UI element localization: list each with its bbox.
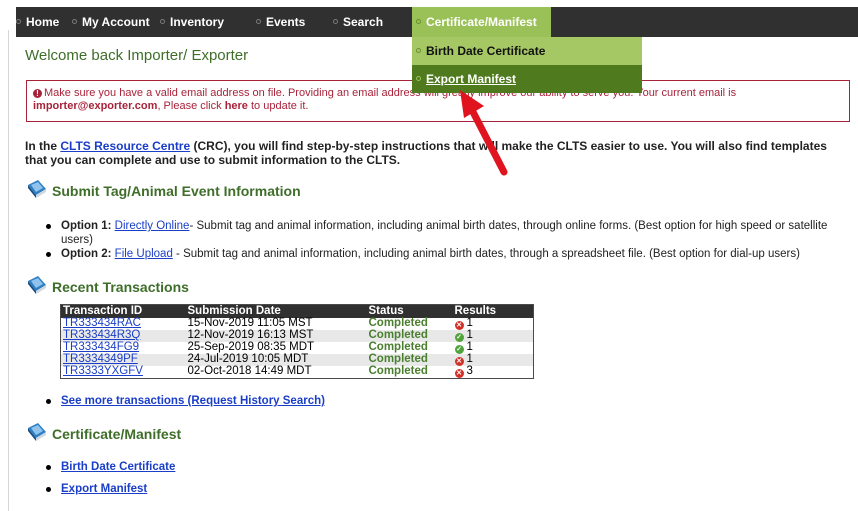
alert-here-link[interactable]: here: [225, 100, 248, 112]
result-count: 3: [466, 364, 473, 377]
section-submit-title: Submit Tag/Animal Event Information: [52, 182, 301, 199]
birth-date-certificate-link[interactable]: Birth Date Certificate: [61, 461, 175, 473]
bullet-icon: [416, 48, 421, 54]
book-icon: [26, 179, 48, 202]
table-header-row: Transaction ID Submission Date Status Re…: [60, 304, 534, 318]
status-text: Completed: [366, 329, 453, 342]
nav-inventory[interactable]: Inventory: [160, 7, 224, 37]
table-row: TR333434FG9 25-Sep-2019 08:35 MDT Comple…: [61, 340, 534, 354]
table-row: TR3334349PF 24-Jul-2019 10:05 MDT Comple…: [60, 352, 534, 366]
book-icon: [26, 275, 48, 298]
file-upload-link[interactable]: File Upload: [115, 248, 173, 260]
table-row: TR333434RAC 15-Nov-2019 11:05 MST Comple…: [61, 316, 534, 330]
error-icon: ✕: [454, 368, 464, 378]
status-text: Completed: [368, 317, 428, 329]
transaction-id-link[interactable]: TR3333YXGFV: [63, 365, 143, 377]
nav-events[interactable]: Events: [256, 7, 305, 37]
alert-email: importer@exporter.com: [33, 100, 158, 112]
error-icon: ✕: [454, 356, 464, 366]
nav-my-account[interactable]: My Account: [72, 7, 150, 37]
list-item: Option 2: File Upload - Submit tag and a…: [46, 247, 846, 261]
table-row: TR3333YXGFV 02-Oct-2018 14:49 MDT Comple…: [61, 364, 534, 379]
col-results: Results: [452, 304, 534, 318]
nav-search[interactable]: Search: [333, 7, 383, 37]
alert-icon: !: [33, 89, 42, 98]
list-item: See more transactions (Request History S…: [46, 394, 325, 408]
intro-paragraph: In the CLTS Resource Centre (CRC), you w…: [25, 139, 840, 167]
submission-date: 15-Nov-2019 11:05 MST: [187, 317, 313, 329]
nav-events-label: Events: [266, 15, 306, 29]
more-transactions-list: See more transactions (Request History S…: [46, 394, 325, 408]
col-submission-date: Submission Date: [185, 304, 367, 318]
certificate-dropdown-menu: Birth Date Certificate Export Manifest: [412, 37, 642, 93]
bullet-icon: [160, 19, 165, 25]
nav-search-label: Search: [343, 15, 384, 29]
status-text: Completed: [366, 353, 453, 366]
list-item: Option 1: Directly Online- Submit tag an…: [46, 219, 846, 247]
section-recent-transactions: Recent Transactions: [26, 275, 189, 298]
recent-transactions-table: Transaction ID Submission Date Status Re…: [60, 304, 534, 379]
dropdown-item-label: Birth Date Certificate: [426, 44, 546, 58]
submission-date: 02-Oct-2018 14:49 MDT: [187, 365, 312, 377]
nav-home-label: Home: [26, 15, 60, 29]
error-icon: ✕: [454, 320, 464, 330]
section-submit: Submit Tag/Animal Event Information: [26, 179, 301, 202]
nav-certificate-manifest-label: Certificate/Manifest: [426, 15, 537, 29]
col-status: Status: [366, 304, 453, 318]
table-row: TR333434R3Q 12-Nov-2019 16:13 MST Comple…: [60, 328, 534, 342]
bullet-icon: [16, 19, 21, 25]
directly-online-link[interactable]: Directly Online: [115, 220, 190, 232]
welcome-title: Welcome back Importer/ Exporter: [25, 47, 249, 64]
transaction-id-link[interactable]: TR333434R3Q: [63, 329, 140, 341]
status-text: Completed: [368, 341, 428, 353]
see-more-transactions-link[interactable]: See more transactions (Request History S…: [61, 395, 325, 407]
option-2-label: Option 2:: [61, 248, 112, 260]
result-count: 1: [466, 340, 473, 353]
dropdown-item-label: Export Manifest: [426, 72, 517, 86]
list-item: Birth Date Certificate: [46, 460, 175, 474]
list-item: Export Manifest: [46, 482, 175, 496]
section-recent-title: Recent Transactions: [52, 278, 189, 295]
col-transaction-id: Transaction ID: [60, 304, 186, 318]
result-count: 1: [466, 352, 473, 365]
result-count: 1: [466, 328, 473, 341]
bullet-icon: [416, 76, 421, 82]
bullet-icon: [416, 19, 421, 25]
nav-my-account-label: My Account: [82, 15, 150, 29]
nav-certificate-manifest[interactable]: Certificate/Manifest: [412, 7, 551, 37]
nav-home[interactable]: Home: [16, 7, 59, 37]
export-manifest-link[interactable]: Export Manifest: [61, 483, 147, 495]
check-icon: ✓: [454, 344, 464, 354]
transaction-id-link[interactable]: TR333434FG9: [63, 341, 139, 353]
top-nav: Home My Account Inventory Events Search …: [16, 7, 858, 37]
result-count: 1: [466, 316, 473, 329]
alert-text-3: to update it.: [247, 100, 309, 112]
submission-date: 25-Sep-2019 08:35 MDT: [187, 341, 315, 353]
page-left-border: [8, 30, 9, 511]
submission-date: 24-Jul-2019 10:05 MDT: [185, 353, 367, 366]
dropdown-item-export-manifest[interactable]: Export Manifest: [412, 65, 642, 93]
bullet-icon: [256, 19, 261, 25]
clts-resource-centre-link[interactable]: CLTS Resource Centre: [60, 139, 190, 153]
section-certificate-title: Certificate/Manifest: [52, 425, 182, 442]
submission-date: 12-Nov-2019 16:13 MST: [185, 329, 367, 342]
nav-inventory-label: Inventory: [170, 15, 225, 29]
check-icon: ✓: [454, 332, 464, 342]
status-text: Completed: [368, 365, 428, 377]
alert-text-2: , Please click: [157, 100, 225, 112]
book-icon: [26, 422, 48, 445]
dropdown-item-birth-date-certificate[interactable]: Birth Date Certificate: [412, 37, 642, 65]
section-certificate-manifest: Certificate/Manifest: [26, 422, 181, 445]
transaction-id-link[interactable]: TR3334349PF: [63, 353, 138, 365]
bullet-icon: [72, 19, 77, 25]
option-2-text: - Submit tag and animal information, inc…: [172, 248, 800, 260]
option-1-label: Option 1:: [61, 220, 112, 232]
bullet-icon: [333, 19, 338, 25]
intro-prefix: In the: [25, 139, 61, 153]
transaction-id-link[interactable]: TR333434RAC: [63, 317, 141, 329]
certificate-links-list: Birth Date Certificate Export Manifest: [46, 460, 175, 496]
red-arrow-annotation: [460, 90, 508, 176]
submit-options-list: Option 1: Directly Online - Submit tag an…: [46, 219, 846, 261]
